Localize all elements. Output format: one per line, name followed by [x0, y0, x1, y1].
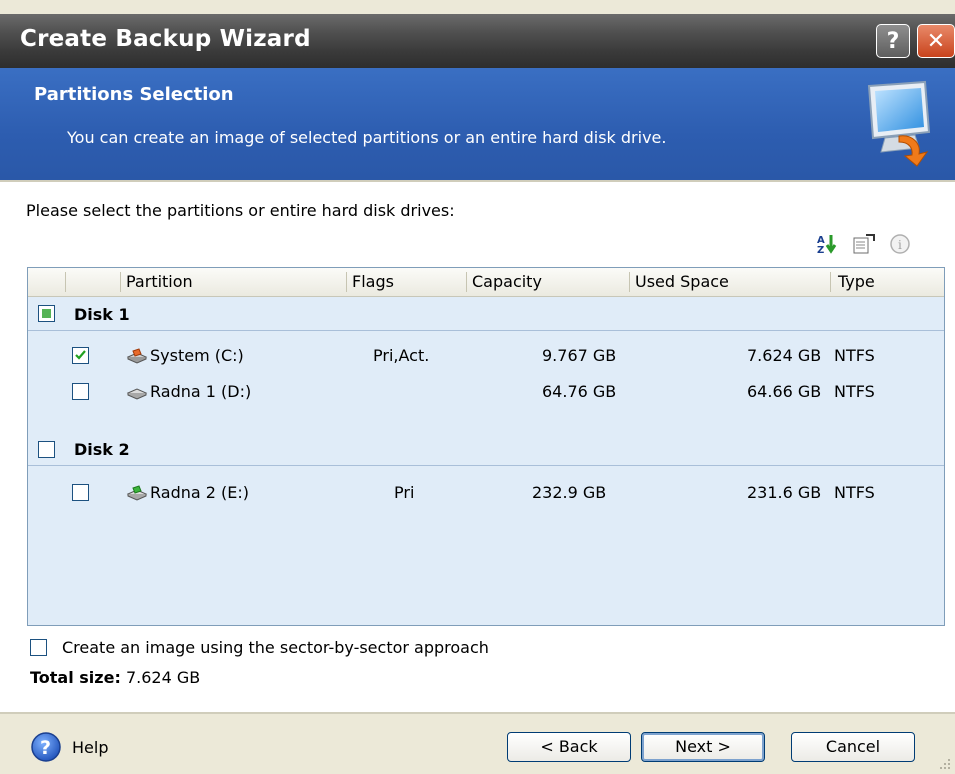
disk-row[interactable]: Disk 1 [28, 300, 944, 331]
partition-capacity: 232.9 GB [532, 483, 607, 502]
partition-name: System (C:) [126, 346, 244, 365]
svg-text:?: ? [40, 737, 51, 759]
col-used-space[interactable]: Used Space [631, 268, 729, 296]
disk-label: Disk 1 [74, 305, 130, 324]
partition-row[interactable]: System (C:) Pri,Act. 9.767 GB 7.624 GB N… [28, 342, 944, 372]
total-size-value: 7.624 GB [125, 668, 201, 687]
partition-row[interactable]: Radna 1 (D:) 64.76 GB 64.66 GB NTFS [28, 378, 944, 408]
partition-name: Radna 2 (E:) [126, 483, 249, 502]
partition-checkbox[interactable] [72, 383, 89, 400]
system-drive-icon [126, 347, 148, 364]
sector-by-sector-checkbox[interactable] [30, 639, 47, 656]
partition-used-space: 7.624 GB [747, 346, 822, 365]
disk-divider [28, 465, 944, 466]
wizard-header: Partitions Selection You can create an i… [0, 68, 955, 180]
col-flags[interactable]: Flags [348, 268, 394, 296]
partition-type: NTFS [834, 382, 875, 401]
partition-label: Radna 2 (E:) [150, 483, 250, 502]
partition-label: System (C:) [150, 346, 244, 365]
resize-grip-icon[interactable] [939, 758, 951, 770]
partition-type: NTFS [834, 483, 875, 502]
disk-checkbox[interactable] [38, 441, 55, 458]
disk-row[interactable]: Disk 2 [28, 435, 944, 466]
cancel-button[interactable]: Cancel [791, 732, 915, 762]
partition-used-space: 231.6 GB [747, 483, 822, 502]
help-link[interactable]: Help [72, 738, 108, 757]
page-subtitle: You can create an image of selected part… [67, 128, 667, 147]
disk-checkbox[interactable] [38, 305, 55, 322]
partition-flags: Pri,Act. [373, 346, 430, 365]
svg-text:Z: Z [817, 245, 824, 255]
list-toolbar: A Z i [815, 231, 913, 257]
col-partition[interactable]: Partition [122, 268, 193, 296]
partition-capacity: 9.767 GB [542, 346, 617, 365]
list-header: Partition Flags Capacity Used Space Type [28, 268, 944, 297]
back-button[interactable]: < Back [507, 732, 631, 762]
properties-icon[interactable] [851, 231, 877, 257]
partition-name: Radna 1 (D:) [126, 382, 251, 401]
sector-by-sector-label[interactable]: Create an image using the sector-by-sect… [62, 638, 489, 657]
next-button[interactable]: Next > [641, 732, 765, 762]
col-capacity[interactable]: Capacity [468, 268, 542, 296]
backup-monitor-icon [867, 80, 931, 167]
drive-green-icon [126, 484, 148, 501]
disk-label: Disk 2 [74, 440, 130, 459]
partition-capacity: 64.76 GB [542, 382, 617, 401]
partition-row[interactable]: Radna 2 (E:) Pri 232.9 GB 231.6 GB NTFS [28, 479, 944, 509]
close-button[interactable]: ✕ [917, 24, 955, 58]
partition-checkbox[interactable] [72, 484, 89, 501]
footer-separator [0, 712, 955, 714]
partition-checkbox[interactable] [72, 347, 89, 364]
total-size: Total size: 7.624 GB [30, 668, 200, 687]
drive-icon [126, 387, 148, 400]
sort-icon[interactable]: A Z [815, 231, 841, 257]
window-title: Create Backup Wizard [20, 26, 311, 52]
instruction-text: Please select the partitions or entire h… [26, 201, 455, 220]
wizard-window: Create Backup Wizard ? ✕ Partitions Sele… [0, 0, 955, 774]
partition-flags: Pri [394, 483, 415, 502]
partition-used-space: 64.66 GB [747, 382, 822, 401]
title-help-button[interactable]: ? [876, 24, 910, 58]
total-size-label: Total size: [30, 668, 121, 687]
partition-type: NTFS [834, 346, 875, 365]
disk-divider [28, 330, 944, 331]
page-title: Partitions Selection [34, 84, 234, 105]
svg-text:i: i [898, 238, 902, 252]
help-icon[interactable]: ? [30, 731, 62, 763]
partition-label: Radna 1 (D:) [150, 382, 252, 401]
title-bar[interactable]: Create Backup Wizard ? ✕ [0, 14, 955, 68]
info-icon[interactable]: i [887, 231, 913, 257]
partition-list[interactable]: Partition Flags Capacity Used Space Type… [27, 267, 945, 626]
col-type[interactable]: Type [834, 268, 875, 296]
